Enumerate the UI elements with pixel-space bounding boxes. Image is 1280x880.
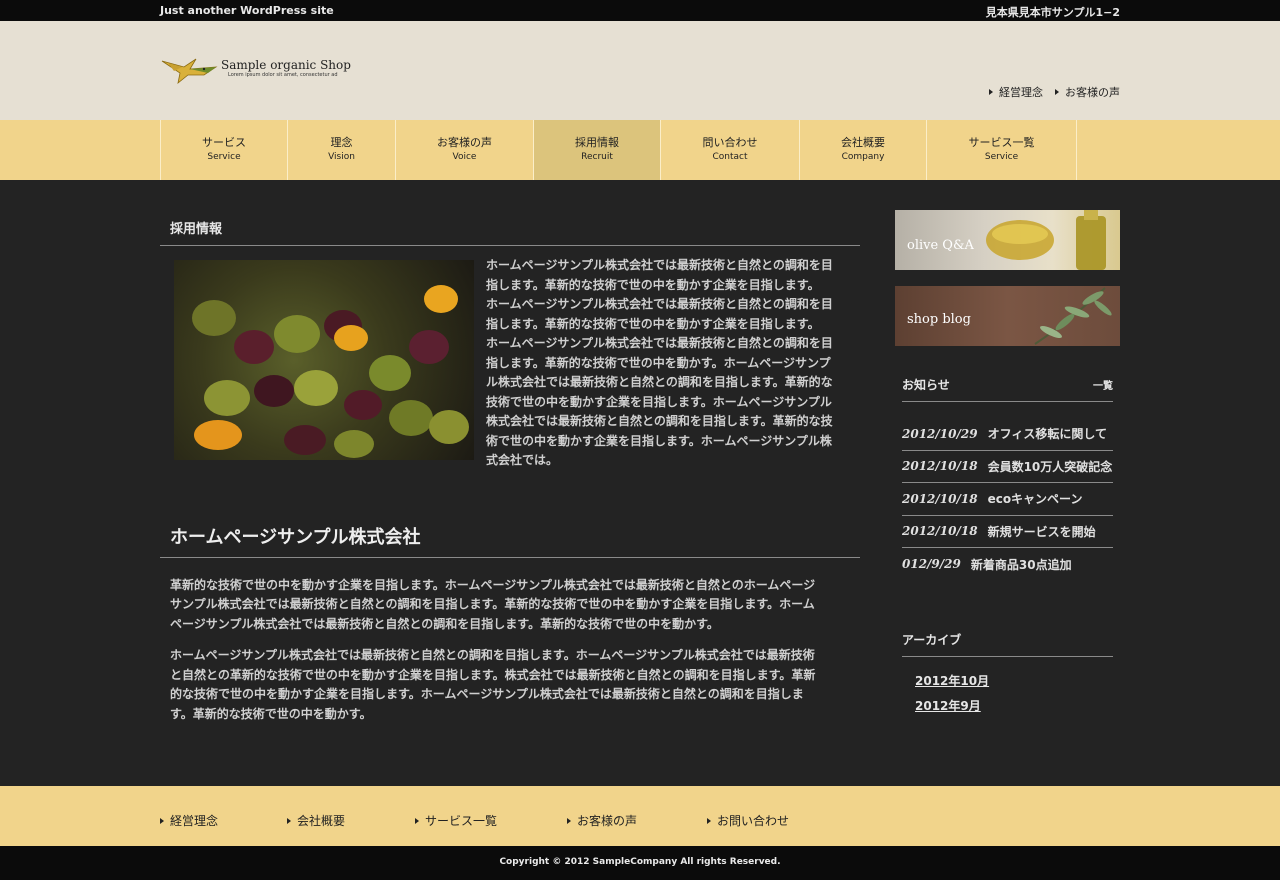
footer-link-service-list[interactable]: サービス一覧	[415, 812, 497, 829]
nav-item-service[interactable]: サービス Service	[161, 120, 288, 180]
copyright: Copyright © 2012 SampleCompany All right…	[0, 846, 1280, 880]
archive-block: アーカイブ 2012年10月 2012年9月	[902, 631, 1113, 719]
intro-text: ホームページサンプル株式会社では最新技術と自然との調和を目 指します。革新的な技…	[486, 258, 833, 467]
page-title: 採用情報	[160, 210, 860, 246]
main-content: 採用情報 ホームページサンプル株式会社では最新技術と自然との調和を目 指します。…	[160, 210, 860, 724]
nav-item-company[interactable]: 会社概要 Company	[800, 120, 927, 180]
archive-link[interactable]: 2012年9月	[915, 694, 1113, 719]
olive-qa-label: olive Q&A	[907, 238, 974, 253]
header-links: 経営理念 お客様の声	[989, 84, 1120, 100]
olives-photo	[174, 260, 474, 460]
footer-link-company[interactable]: 会社概要	[287, 812, 345, 829]
archive-heading: アーカイブ	[902, 631, 1113, 657]
footer-link-contact[interactable]: お問い合わせ	[707, 812, 789, 829]
archive-list: 2012年10月 2012年9月	[902, 669, 1113, 719]
company-paragraph-1: 革新的な技術で世の中を動かす企業を目指します。ホームページサンプル株式会社では最…	[170, 577, 816, 631]
nav-item-vision[interactable]: 理念 Vision	[288, 120, 396, 180]
triangle-right-icon	[989, 89, 993, 95]
news-more-link[interactable]: 一覧	[1093, 377, 1113, 392]
footer-link-philosophy[interactable]: 経営理念	[160, 812, 218, 829]
intro-section: ホームページサンプル株式会社では最新技術と自然との調和を目 指します。革新的な技…	[160, 258, 860, 471]
top-bar: Just another WordPress site 見本県見本市サンプル1−…	[0, 0, 1280, 21]
news-item[interactable]: 2012/10/18 会員数10万人突破記念	[902, 451, 1113, 483]
triangle-right-icon	[287, 817, 291, 824]
company-heading: ホームページサンプル株式会社	[160, 515, 860, 558]
nav-item-service-list[interactable]: サービス一覧 Service	[927, 120, 1077, 180]
news-item[interactable]: 2012/10/29 オフィス移転に関して	[902, 418, 1113, 451]
news-item[interactable]: 2012/10/18 新規サービスを開始	[902, 516, 1113, 548]
bird-logo-icon	[161, 58, 218, 84]
site-address: 見本県見本市サンプル1−2	[985, 6, 1120, 19]
footer-nav: 経営理念 会社概要 サービス一覧 お客様の声 お問い合わせ	[0, 786, 1280, 846]
news-heading: お知らせ 一覧	[902, 376, 1113, 402]
olive-qa-banner[interactable]: olive Q&A	[895, 210, 1120, 270]
header-link-voice[interactable]: お客様の声	[1055, 84, 1120, 100]
triangle-right-icon	[1055, 89, 1059, 95]
triangle-right-icon	[160, 817, 164, 824]
olive-branch-icon	[1034, 287, 1112, 345]
triangle-right-icon	[567, 817, 571, 824]
footer-link-voice[interactable]: お客様の声	[567, 812, 637, 829]
news-list: 2012/10/29 オフィス移転に関して 2012/10/18 会員数10万人突破…	[902, 418, 1113, 581]
logo-name: Sample organic Shop	[221, 58, 351, 72]
site-header: Sample organic Shop Lorem ipsum dolor si…	[0, 21, 1280, 120]
global-nav: サービス Service 理念 Vision お客様の声 Voice 採用情報 Recr…	[0, 120, 1280, 180]
header-link-philosophy[interactable]: 経営理念	[989, 84, 1043, 100]
shop-blog-label: shop blog	[907, 312, 971, 327]
triangle-right-icon	[707, 817, 711, 824]
triangle-right-icon	[415, 817, 419, 824]
news-item[interactable]: 012/9/29 新着商品30点追加	[902, 548, 1113, 581]
news-item[interactable]: 2012/10/18 ecoキャンペーン	[902, 483, 1113, 516]
company-paragraph-2: ホームページサンプル株式会社では最新技術と自然との調和を目指します。ホームページ…	[170, 648, 816, 721]
archive-link[interactable]: 2012年10月	[915, 669, 1113, 694]
shop-blog-banner[interactable]: shop blog	[895, 286, 1120, 346]
nav-item-contact[interactable]: 問い合わせ Contact	[661, 120, 800, 180]
news-block: お知らせ 一覧 2012/10/29 オフィス移転に関して 2012/10/18 会…	[902, 376, 1113, 581]
site-tagline: Just another WordPress site	[160, 4, 334, 17]
nav-item-recruit[interactable]: 採用情報 Recruit	[534, 120, 661, 180]
olive-oil-bottle-icon	[986, 210, 1106, 270]
site-logo[interactable]: Sample organic Shop Lorem ipsum dolor si…	[160, 51, 360, 103]
nav-item-voice[interactable]: お客様の声 Voice	[396, 120, 534, 180]
logo-subtitle: Lorem ipsum dolor sit amet, consectetur …	[228, 72, 338, 78]
sidebar: olive Q&A shop blog お知らせ 一覧 2012/10/29 オフ…	[895, 210, 1120, 719]
